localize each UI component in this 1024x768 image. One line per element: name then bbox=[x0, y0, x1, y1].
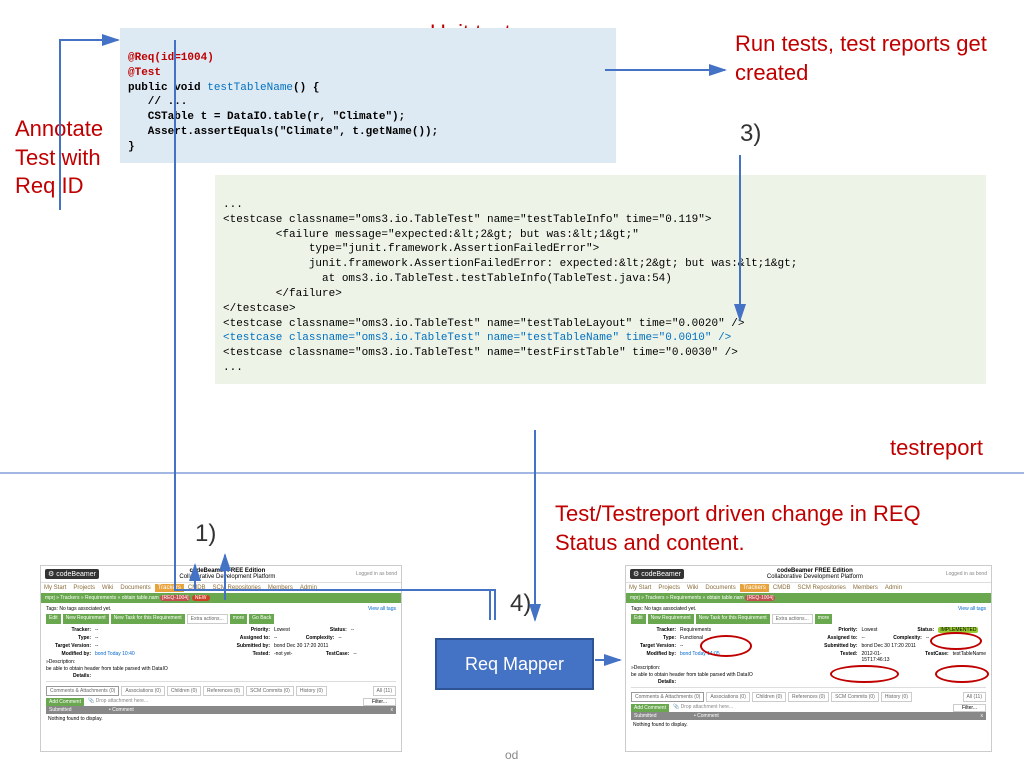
logo: ⚙ codeBeamer bbox=[630, 569, 684, 579]
footer: od bbox=[505, 748, 518, 762]
circle-highlight bbox=[830, 665, 899, 683]
label-run-tests: Run tests, test reports get created bbox=[735, 30, 995, 87]
step-1: 1) bbox=[195, 520, 216, 548]
main-nav[interactable]: My StartProjectsWikiDocumentsTrackersCMD… bbox=[41, 583, 401, 593]
label-driven: Test/Testreport driven change in REQ Sta… bbox=[555, 500, 975, 557]
action-tabs[interactable]: EditNew RequirementNew Task for this Req… bbox=[46, 614, 396, 624]
breadcrumb: mprj » Trackers » Requirements » obtain … bbox=[626, 593, 991, 603]
label-annotate: Annotate Test with Req ID bbox=[15, 115, 115, 201]
codebeamer-before: ⚙ codeBeamer codeBeamer FREE EditionColl… bbox=[40, 565, 402, 752]
circle-highlight bbox=[700, 635, 752, 657]
circle-highlight bbox=[935, 665, 989, 683]
circle-highlight bbox=[930, 632, 982, 650]
logo: ⚙ codeBeamer bbox=[45, 569, 99, 579]
label-testreport: testreport bbox=[890, 435, 983, 461]
code-unit-test: @Req(id=1004) @Test public void testTabl… bbox=[120, 28, 616, 163]
step-4: 4) bbox=[510, 590, 531, 618]
req-mapper-box: Req Mapper bbox=[435, 638, 594, 690]
main-nav[interactable]: My StartProjectsWikiDocumentsTrackersCMD… bbox=[626, 583, 991, 593]
action-tabs[interactable]: EditNew RequirementNew Task for this Req… bbox=[631, 614, 986, 624]
code-testreport: ... <testcase classname="oms3.io.TableTe… bbox=[215, 175, 986, 384]
step-3: 3) bbox=[740, 120, 761, 148]
status-badge: NEW bbox=[192, 595, 210, 601]
codebeamer-after: ⚙ codeBeamer codeBeamer FREE EditionColl… bbox=[625, 565, 992, 752]
breadcrumb: mprj » Trackers » Requirements » obtain … bbox=[41, 593, 401, 603]
